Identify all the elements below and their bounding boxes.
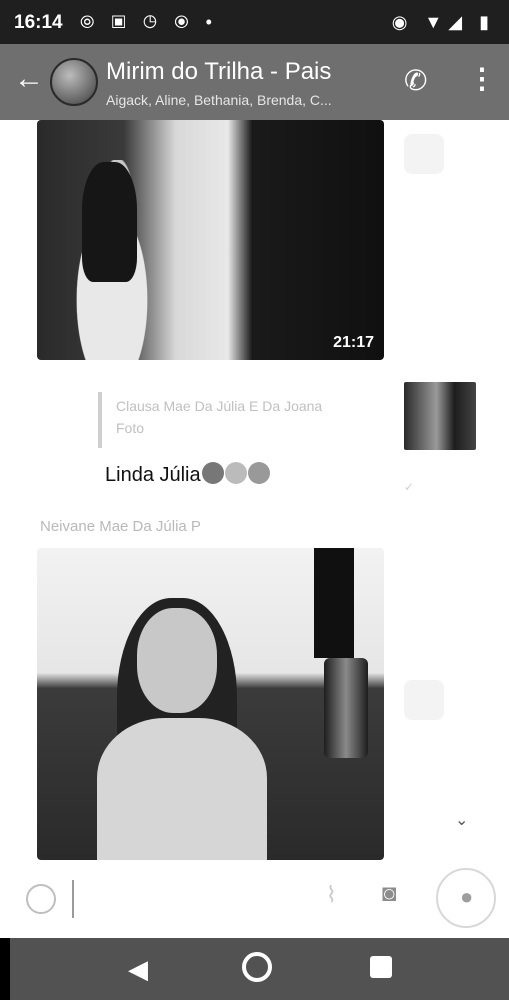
quoted-photo-thumbnail[interactable] xyxy=(404,382,476,450)
photo-timestamp: 21:17 xyxy=(333,334,374,351)
message-input[interactable] xyxy=(72,880,324,918)
group-avatar[interactable] xyxy=(50,58,98,106)
chat-title[interactable]: Mirim do Trilha - Pais xyxy=(106,58,331,86)
scroll-down-icon[interactable]: ⌄ xyxy=(455,810,468,830)
quoted-reply[interactable]: Clausa Mae Da Júlia E Da Joana Foto xyxy=(98,392,402,448)
chat-area: 21:17 Clausa Mae Da Júlia E Da Joana Fot… xyxy=(0,120,509,860)
shared-photo-1[interactable]: 21:17 xyxy=(37,120,384,360)
add-call-icon[interactable]: ✆ xyxy=(404,64,427,97)
message-text[interactable]: Linda Júlia xyxy=(105,462,270,487)
nav-home-icon[interactable] xyxy=(242,952,272,982)
forward-icon[interactable] xyxy=(404,680,444,720)
notification-icons: ⦾ ▣ ◷ ⦿ • xyxy=(80,12,218,32)
status-time: 16:14 xyxy=(14,12,63,33)
quoted-type-label: Foto xyxy=(116,420,145,436)
heart-emoji-icon xyxy=(247,462,270,484)
shared-photo-2[interactable] xyxy=(37,548,384,860)
emoji-picker-icon[interactable] xyxy=(26,884,56,914)
emoji-icon xyxy=(224,462,247,484)
read-receipt-icon: ✓ xyxy=(404,480,415,494)
nav-recents-icon[interactable] xyxy=(370,956,392,978)
status-bar: 16:14 ⦾ ▣ ◷ ⦿ • ◉ ▼◢ ▮ xyxy=(0,0,509,44)
sender-name: Neivane Mae Da Júlia P xyxy=(40,518,201,535)
forward-icon[interactable] xyxy=(404,134,444,174)
android-navigation-bar: ◀ xyxy=(10,938,509,1000)
photo-subject-hair xyxy=(82,162,137,282)
photo-object xyxy=(324,658,368,758)
nav-back-icon[interactable]: ◀ xyxy=(128,954,148,985)
chat-participants[interactable]: Aigack, Aline, Bethania, Brenda, C... xyxy=(106,92,386,108)
photo-subject-body xyxy=(97,718,267,860)
mic-button[interactable]: ● xyxy=(436,868,496,928)
message-composer: ⌇ ◙ ● xyxy=(0,860,509,938)
chat-header: ← Mirim do Trilha - Pais Aigack, Aline, … xyxy=(0,44,509,120)
quoted-author: Clausa Mae Da Júlia E Da Joana xyxy=(116,398,323,414)
system-status-icons: ◉ ▼◢ ▮ xyxy=(391,12,495,32)
nav-bar-edge xyxy=(0,938,10,1000)
microphone-icon: ● xyxy=(460,884,474,909)
camera-icon[interactable]: ◙ xyxy=(382,880,397,908)
more-options-icon[interactable]: ⋮ xyxy=(468,62,496,95)
paperclip-icon[interactable]: ⌇ xyxy=(326,882,337,908)
message-body: Linda Júlia xyxy=(105,464,201,486)
back-arrow-icon[interactable]: ← xyxy=(14,62,44,96)
heart-eyes-emoji-icon xyxy=(201,462,224,484)
photo-background xyxy=(314,548,354,658)
photo-subject-face xyxy=(137,608,217,713)
